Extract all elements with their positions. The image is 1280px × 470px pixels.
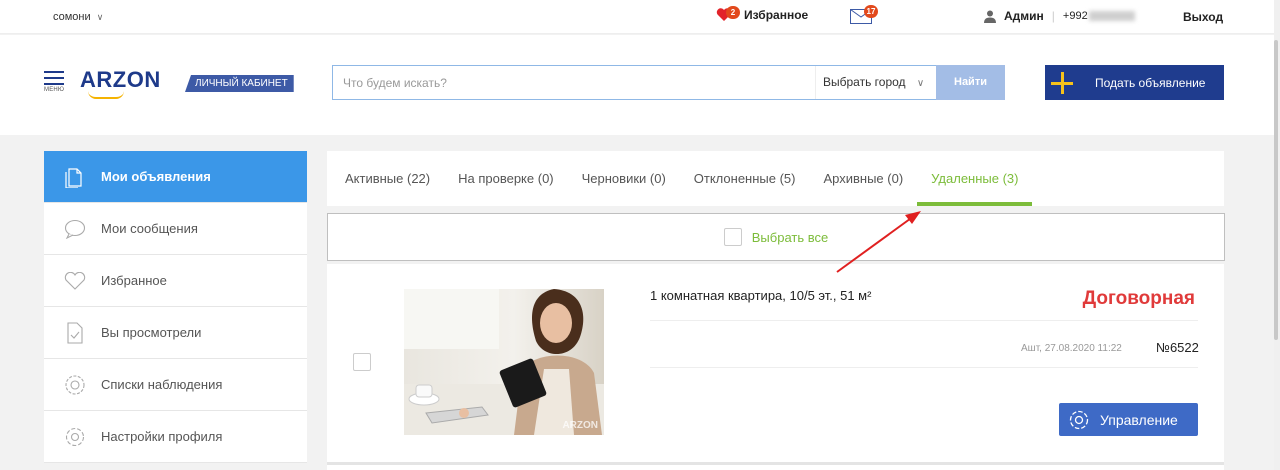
next-ad-card-edge [327,462,1224,470]
chevron-down-icon: ∨ [96,12,104,22]
search-input[interactable] [333,66,813,99]
header: МЕНЮ ARZON ЛИЧНЫЙ КАБИНЕТ Выбрать город … [0,35,1274,135]
favorites-link[interactable]: 2 Избранное [716,6,809,22]
user-menu[interactable]: Админ | +992 [984,9,1135,23]
sidebar-item-label: Мои сообщения [101,221,198,236]
menu-bar [44,71,64,73]
sidebar-item-my-ads[interactable]: Мои объявления [44,151,307,203]
ad-title[interactable]: 1 комнатная квартира, 10/5 эт., 51 м² [650,288,871,303]
divider [650,320,1198,321]
sidebar-item-label: Избранное [101,273,167,288]
phone-blurred [1088,11,1135,22]
sidebar-item-label: Мои объявления [101,169,211,184]
menu-bar [44,77,64,79]
ad-meta: Ашт, 27.08.2020 11:22 [1021,343,1122,354]
tab-deleted[interactable]: Удаленные (3) [917,151,1033,206]
tab-rejected[interactable]: Отклоненные (5) [680,151,810,206]
search-bar: Выбрать город ∨ Найти [332,65,1005,100]
personal-cabinet-badge[interactable]: ЛИЧНЫЙ КАБИНЕТ [185,75,294,92]
messages-count-badge: 17 [864,5,878,18]
menu-bar [44,83,64,85]
heart-icon: 2 [716,6,740,22]
hamburger-menu-icon[interactable]: МЕНЮ [44,71,64,97]
settings-icon [64,426,86,448]
top-bar: сомони ∨ 2 Избранное 17 Админ | +992 Вых… [0,0,1274,34]
phone-prefix: +992 [1062,10,1088,22]
menu-caption: МЕНЮ [44,87,65,93]
favorites-count-badge: 2 [726,6,740,19]
sidebar-item-label: Настройки профиля [101,429,223,444]
ad-date: 27.08.2020 11:22 [1044,343,1122,354]
favorites-label: Избранное [744,8,809,22]
city-select-label: Выбрать город [823,75,906,89]
ad-select-checkbox[interactable] [353,353,371,371]
select-all-checkbox[interactable] [723,228,742,246]
tab-on-review[interactable]: На проверке (0) [444,151,568,206]
logo-swoosh [88,91,124,99]
phone-number: +992 [1063,10,1135,22]
tab-drafts[interactable]: Черновики (0) [568,151,680,206]
scrollbar-thumb[interactable] [1274,40,1278,340]
sidebar-item-label: Вы просмотрели [101,325,202,340]
ad-card: ARZON 1 комнатная квартира, 10/5 эт., 51… [327,264,1224,462]
sidebar-item-viewed[interactable]: Вы просмотрели [44,307,307,359]
plus-icon [1051,71,1073,94]
divider [650,367,1198,368]
photo-watermark: ARZON [562,420,598,431]
gear-icon [1069,410,1089,429]
tab-archived[interactable]: Архивные (0) [809,151,917,206]
post-ad-button[interactable]: Подать объявление [1045,65,1224,100]
sidebar-item-favorites[interactable]: Избранное [44,255,307,307]
sidebar-item-profile-settings[interactable]: Настройки профиля [44,411,307,463]
user-icon [984,10,996,23]
document-icon [64,166,86,188]
select-all-label[interactable]: Выбрать все [752,230,828,245]
ads-status-tabs: Активные (22) На проверке (0) Черновики … [327,151,1224,206]
user-name: Админ [1004,9,1044,23]
checked-file-icon [64,321,86,344]
site-logo[interactable]: ARZON [80,67,161,93]
messages-link[interactable]: 17 [850,5,878,25]
ad-price: Договорная [1082,288,1195,309]
watch-icon [64,374,86,396]
ad-photo[interactable]: ARZON [404,289,604,435]
currency-label: сомони [53,11,91,23]
post-ad-label: Подать объявление [1095,75,1206,90]
manage-label: Управление [1100,411,1178,428]
sidebar-item-watchlists[interactable]: Списки наблюдения [44,359,307,411]
search-button[interactable]: Найти [936,65,1005,100]
select-all-bar: Выбрать все [327,213,1225,261]
ad-location: Ашт, [1021,343,1042,354]
currency-selector[interactable]: сомони ∨ [53,11,103,23]
page-scrollbar[interactable] [1274,0,1280,470]
city-select[interactable]: Выбрать город ∨ [815,66,935,99]
sidebar: Мои объявления Мои сообщения Избранное В… [44,151,307,463]
tab-active[interactable]: Активные (22) [327,151,444,206]
logout-link[interactable]: Выход [1183,10,1223,24]
manage-button[interactable]: Управление [1059,403,1198,436]
sidebar-item-label: Списки наблюдения [101,377,223,392]
divider: | [1051,9,1055,23]
chevron-down-icon: ∨ [916,78,925,89]
sidebar-item-my-messages[interactable]: Мои сообщения [44,203,307,255]
heart-icon [64,270,86,292]
ad-number: №6522 [1156,340,1199,355]
chat-bubble-icon [64,218,86,240]
